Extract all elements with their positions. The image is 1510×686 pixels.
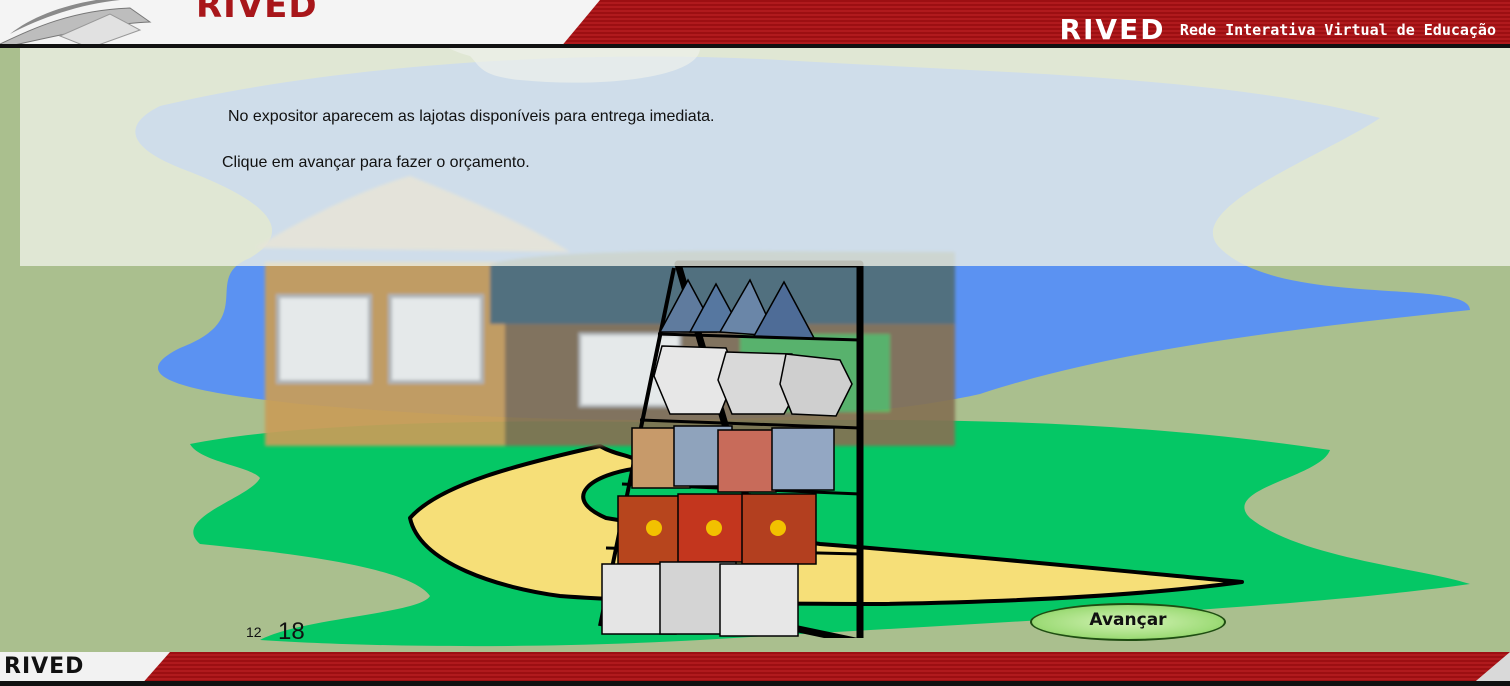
footer-divider (0, 681, 1510, 686)
tile-display-rack-icon (598, 260, 864, 638)
page-number-small: 12 (246, 624, 262, 640)
rived-emblem-icon (0, 0, 152, 48)
header-title: RIVED Rede Interativa Virtual de Educaçã… (1059, 13, 1496, 46)
footer-logo-text: RIVED (4, 654, 85, 679)
bottom-banner: RIVED (0, 652, 1510, 686)
instruction-line-1: No expositor aparecem as lajotas disponí… (228, 108, 715, 125)
top-logo-text: RIVED (196, 0, 318, 26)
page-number-large: 18 (278, 618, 305, 645)
header-title-subtitle: Rede Interativa Virtual de Educação (1179, 20, 1496, 39)
banner-left-panel: RIVED (0, 0, 600, 48)
header-title-brand: RIVED (1059, 13, 1166, 46)
instruction-line-2: Clique em avançar para fazer o orçamento… (222, 154, 530, 171)
next-button[interactable]: Avançar (1030, 603, 1226, 641)
top-banner: RIVED RIVED Rede Interativa Virtual de E… (0, 0, 1510, 48)
